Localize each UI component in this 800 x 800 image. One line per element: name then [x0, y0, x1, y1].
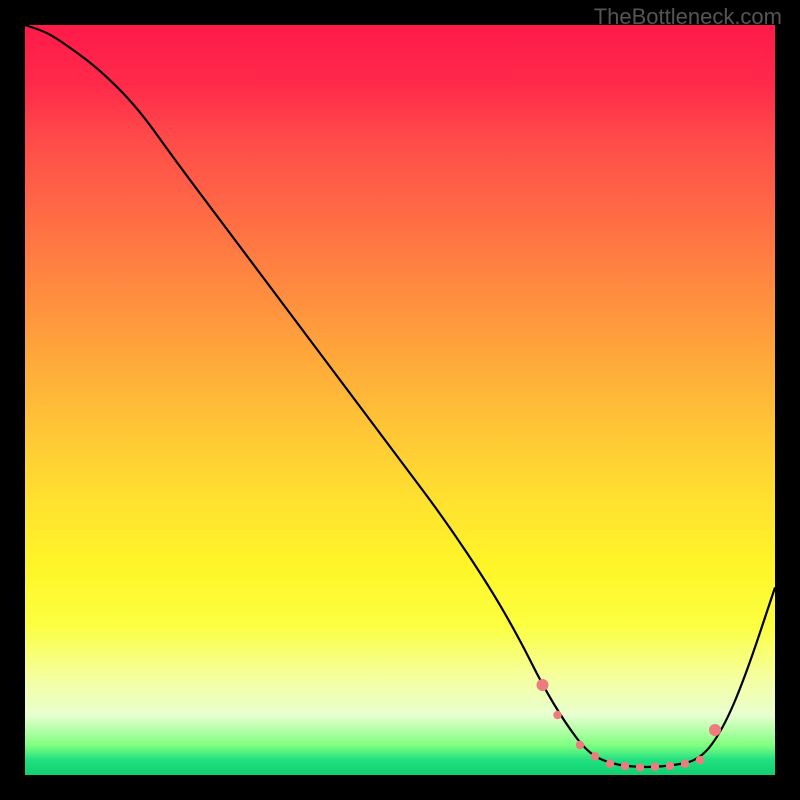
bottleneck-curve-svg: [25, 25, 775, 775]
highlight-dot: [666, 762, 674, 770]
highlight-dot: [636, 763, 644, 771]
highlight-dot: [537, 679, 549, 691]
highlight-dot: [553, 711, 561, 719]
curve-path: [25, 25, 775, 767]
highlight-dot: [651, 763, 659, 771]
highlight-dot: [696, 756, 704, 764]
highlight-dot: [621, 762, 629, 770]
highlight-dot-group: [537, 679, 722, 772]
chart-plot-area: [25, 25, 775, 775]
highlight-dot: [591, 752, 599, 760]
highlight-dot: [576, 741, 584, 749]
highlight-dot: [681, 760, 689, 768]
watermark-text: TheBottleneck.com: [594, 4, 782, 30]
highlight-dot: [709, 724, 721, 736]
highlight-dot: [606, 760, 614, 768]
